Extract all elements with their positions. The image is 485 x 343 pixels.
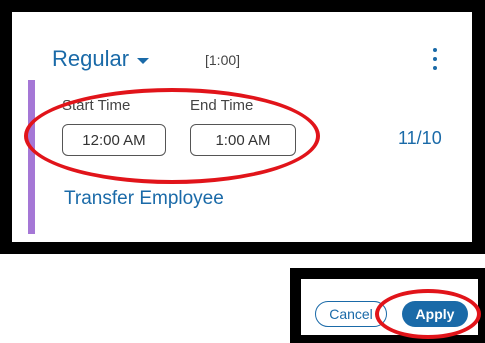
shift-type-label: Regular [52,46,130,71]
cancel-button[interactable]: Cancel [315,301,387,327]
shift-duration: [1:00] [205,52,241,68]
shift-color-bar [28,80,35,234]
end-time-label: End Time [190,97,254,114]
start-time-label: Start Time [62,97,131,114]
shift-type-dropdown[interactable]: Regular [52,46,150,72]
shift-date: 11/10 [398,128,442,148]
transfer-employee-link[interactable]: Transfer Employee [64,188,224,210]
start-time-input[interactable] [62,124,166,156]
apply-button[interactable]: Apply [402,301,468,327]
more-options-icon[interactable] [431,48,439,70]
caret-down-icon [137,58,150,64]
end-time-input[interactable] [190,124,296,156]
